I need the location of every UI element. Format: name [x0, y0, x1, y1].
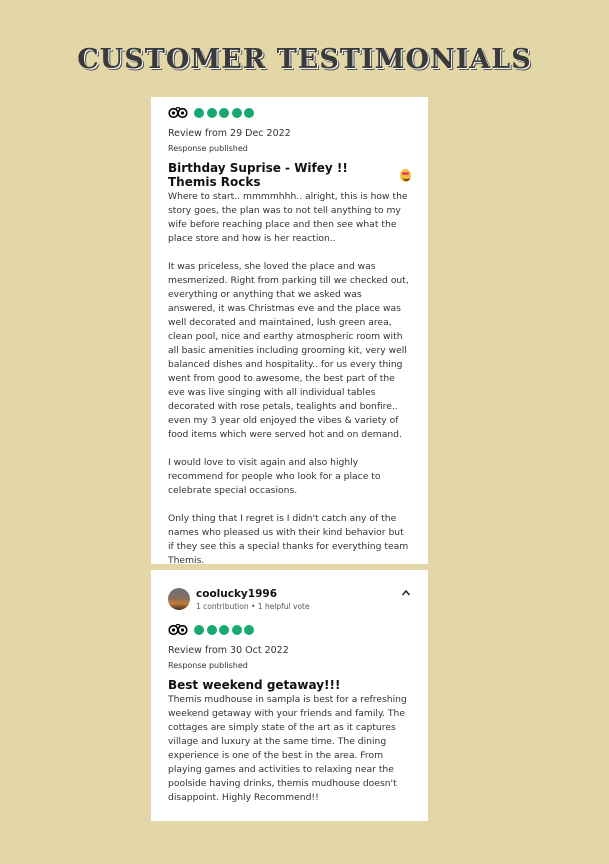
tripadvisor-owl-icon	[168, 107, 188, 119]
review-body: Where to start.. mmmmhhh.. alright, this…	[168, 190, 411, 568]
response-status: Response published	[168, 144, 248, 153]
reviewer-stats: 1 contribution • 1 helpful vote	[196, 602, 310, 611]
review-body: Themis mudhouse in sampla is best for a …	[168, 693, 411, 805]
review-date: Review from 30 Oct 2022	[168, 645, 289, 656]
reviewer-name[interactable]: coolucky1996	[196, 588, 310, 601]
page-title: CUSTOMER TESTIMONIALS	[77, 44, 532, 75]
heart-eyes-emoji-icon	[400, 168, 411, 182]
reviewer-header: coolucky1996 1 contribution • 1 helpful …	[168, 588, 411, 616]
rating-bubble	[231, 625, 242, 635]
review-card: Review from 29 Dec 2022 Response publish…	[151, 97, 428, 566]
tripadvisor-owl-icon	[168, 624, 188, 636]
review-paragraph: Only thing that I regret is I didn't cat…	[168, 513, 409, 566]
response-status: Response published	[168, 661, 248, 670]
rating-bubble	[244, 108, 254, 118]
reviewer-info: coolucky1996 1 contribution • 1 helpful …	[196, 588, 310, 612]
rating-bubble	[231, 108, 242, 118]
rating-bubble	[219, 108, 229, 118]
rating-bubble	[219, 625, 229, 635]
review-title-text[interactable]: Best weekend getaway!!!	[168, 678, 340, 692]
rating-bubble	[194, 108, 204, 118]
rating-bubble	[194, 625, 204, 635]
review-paragraph: Themis mudhouse in sampla is best for a …	[168, 694, 407, 803]
avatar[interactable]	[168, 588, 190, 610]
review-card: coolucky1996 1 contribution • 1 helpful …	[151, 570, 428, 821]
review-paragraph: I would love to visit again and also hig…	[168, 457, 381, 496]
review-date: Review from 29 Dec 2022	[168, 128, 291, 139]
review-title[interactable]: Best weekend getaway!!!	[168, 678, 411, 692]
review-paragraph: It was priceless, she loved the place an…	[168, 261, 409, 440]
rating-row	[168, 103, 411, 123]
review-title-text[interactable]: Birthday Suprise - Wifey !! Themis Rocks	[168, 161, 398, 189]
rating-bubble	[244, 625, 254, 635]
rating-row	[168, 620, 411, 640]
review-title[interactable]: Birthday Suprise - Wifey !! Themis Rocks	[168, 161, 411, 189]
chevron-up-icon[interactable]	[401, 588, 411, 598]
rating-bubble	[206, 108, 217, 118]
review-paragraph: Where to start.. mmmmhhh.. alright, this…	[168, 191, 408, 244]
rating-bubble	[206, 625, 217, 635]
